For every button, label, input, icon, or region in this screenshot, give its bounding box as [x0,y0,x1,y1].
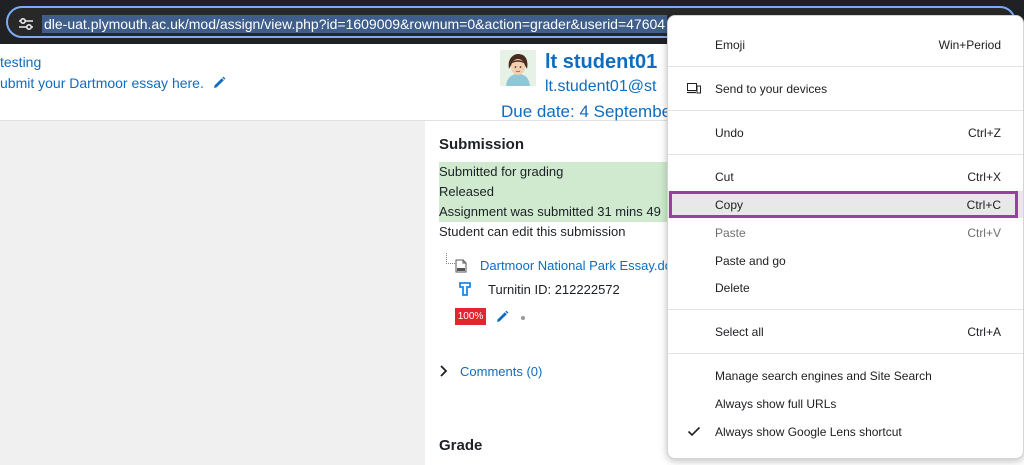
menu-item-label: Send to your devices [715,82,828,96]
site-settings-icon[interactable] [16,14,36,34]
grade-heading: Grade [439,437,483,454]
menu-separator [668,66,1023,67]
menu-separator [668,309,1023,310]
check-icon [687,426,701,437]
grading-left-pane [0,121,425,465]
student-name[interactable]: lt student01 [545,51,657,74]
url-text[interactable]: dle-uat.plymouth.ac.uk/mod/assign/view.p… [42,15,668,33]
menu-item-manage-search-engines[interactable]: Manage search engines and Site Search [668,362,1023,389]
breadcrumb-assignment[interactable]: ubmit your Dartmoor essay here. [0,75,226,91]
menu-item-shortcut: Ctrl+V [967,226,1001,240]
similarity-score-badge[interactable]: 100% [455,308,486,325]
turnitin-id: Turnitin ID: 212222572 [488,282,620,297]
menu-item-delete[interactable]: Delete [668,274,1023,301]
status-submitted-time: Assignment was submitted 31 mins 49 [439,204,661,219]
status-released: Released [439,184,494,199]
menu-item-label: Always show Google Lens shortcut [715,425,902,439]
chevron-right-icon[interactable] [438,364,448,378]
submission-heading: Submission [439,136,525,153]
menu-item-send-to-devices[interactable]: Send to your devices [668,75,1023,102]
devices-icon [687,83,701,94]
status-editable: Student can edit this submission [439,224,626,239]
menu-item-google-lens-shortcut[interactable]: Always show Google Lens shortcut [668,418,1023,445]
student-email[interactable]: lt.student01@st [545,78,656,96]
turnitin-icon[interactable] [458,281,472,297]
comments-link[interactable]: Comments (0) [460,364,542,379]
menu-item-paste: Paste Ctrl+V [668,219,1023,246]
menu-item-label: Select all [715,325,764,339]
due-date: Due date: 4 September [501,102,677,121]
menu-item-shortcut: Win+Period [938,38,1001,52]
menu-separator [668,154,1023,155]
menu-item-label: Paste [715,226,746,240]
file-icon [455,259,467,273]
menu-item-label: Manage search engines and Site Search [715,369,932,383]
menu-item-label: Paste and go [715,254,786,268]
menu-separator [668,353,1023,354]
menu-item-cut[interactable]: Cut Ctrl+X [668,163,1023,190]
menu-item-emoji[interactable]: Emoji Win+Period [668,31,1023,58]
copy-highlight-box [669,191,1018,218]
menu-item-shortcut: Ctrl+A [967,325,1001,339]
menu-item-undo[interactable]: Undo Ctrl+Z [668,119,1023,146]
menu-item-shortcut: Ctrl+X [967,170,1001,184]
pencil-icon[interactable] [495,310,509,324]
menu-item-select-all[interactable]: Select all Ctrl+A [668,318,1023,345]
menu-separator [668,110,1023,111]
file-tree-connector [446,253,455,264]
pencil-icon[interactable] [212,76,226,90]
menu-item-label: Delete [715,281,750,295]
context-menu: Emoji Win+Period Send to your devices Un… [667,15,1024,459]
menu-item-show-full-urls[interactable]: Always show full URLs [668,390,1023,417]
menu-item-label: Emoji [715,38,746,52]
menu-item-shortcut: Ctrl+Z [968,126,1001,140]
menu-item-label: Undo [715,126,744,140]
menu-item-paste-and-go[interactable]: Paste and go [668,247,1023,274]
status-dot-icon [521,316,525,320]
avatar [500,50,536,86]
menu-item-label: Cut [715,170,734,184]
menu-item-label: Always show full URLs [715,397,837,411]
status-submitted: Submitted for grading [439,164,564,179]
submission-file-link[interactable]: Dartmoor National Park Essay.do [480,258,672,273]
breadcrumb-course[interactable]: testing [0,54,41,70]
breadcrumb-assignment-label[interactable]: ubmit your Dartmoor essay here. [0,75,204,91]
